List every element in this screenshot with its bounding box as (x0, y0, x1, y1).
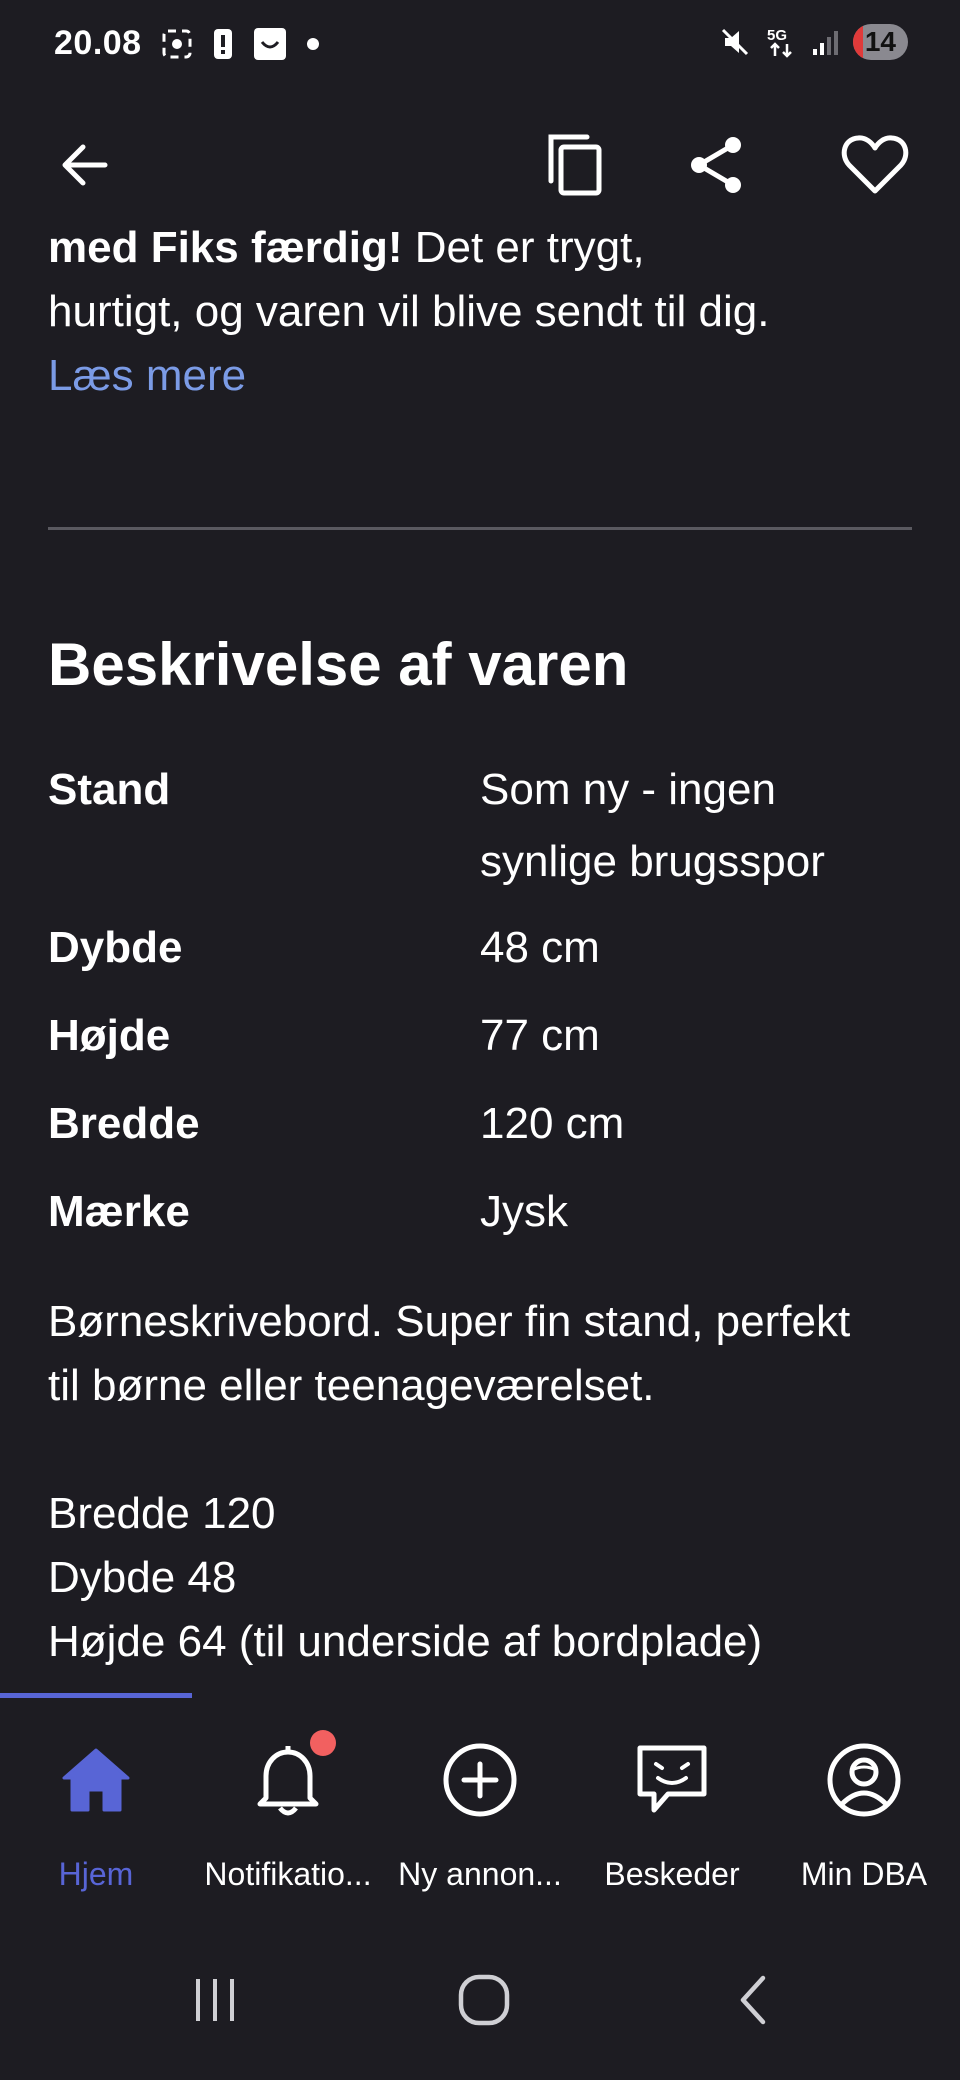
share-icon (691, 137, 741, 193)
top-toolbar (0, 100, 960, 230)
home-circle-icon (458, 1974, 510, 2026)
screenshot-icon (162, 29, 192, 59)
signal-icon (812, 31, 838, 55)
system-navigation-bar (0, 1920, 960, 2080)
read-more-link[interactable]: Læs mere (48, 351, 246, 400)
home-icon (62, 1748, 130, 1812)
chat-icon (637, 1745, 707, 1813)
spec-value: 48 cm (480, 923, 600, 972)
network-5g-icon: 5G (767, 27, 792, 58)
nav-item-notifications[interactable]: Notifikatio... (192, 1698, 384, 1920)
spec-value: Som ny - ingen synlige brugsspor (480, 765, 825, 886)
spec-row-stand: Stand Som ny - ingen synlige brugsspor (48, 754, 912, 904)
status-notification-icons (160, 26, 320, 62)
description-body: Børneskrivebord. Super fin stand, perfek… (48, 1297, 851, 1666)
bell-icon (257, 1746, 319, 1816)
bottom-navigation: Hjem Notifikatio... Ny annon... Beskeder… (0, 1698, 960, 1920)
system-back-button[interactable] (693, 1960, 813, 2040)
status-bar: 20.08 5G 14 (0, 0, 960, 92)
status-time: 20.08 (54, 24, 142, 62)
fiks-faerdig-info: med Fiks færdig! Det er trygt, hurtigt, … (48, 230, 788, 408)
svg-text:5G: 5G (767, 27, 787, 44)
spec-label: Dybde (48, 923, 183, 972)
nav-label: Notifikatio... (204, 1856, 372, 1892)
spec-label: Stand (48, 765, 171, 814)
spec-value: 77 cm (480, 1011, 600, 1060)
alert-icon (214, 29, 232, 59)
chevron-left-icon (740, 1975, 766, 2025)
nav-item-new-ad[interactable]: Ny annon... (384, 1698, 576, 1920)
plus-circle-icon (443, 1743, 517, 1817)
spec-label: Bredde (48, 1099, 200, 1148)
profile-icon (827, 1743, 901, 1817)
spec-label: Højde (48, 1011, 171, 1060)
notification-badge (310, 1730, 336, 1756)
recent-apps-button[interactable] (155, 1960, 275, 2040)
mute-icon (721, 28, 748, 56)
shop-icon (254, 28, 286, 60)
intro-bold-text: med Fiks færdig! (48, 230, 403, 272)
nav-label: Hjem (58, 1856, 134, 1892)
dot-icon (307, 38, 319, 50)
share-button[interactable] (662, 100, 772, 230)
section-title: Beskrivelse af varen (48, 631, 629, 698)
nav-item-home[interactable]: Hjem (0, 1698, 192, 1920)
listing-content: med Fiks færdig! Det er trygt, hurtigt, … (0, 230, 960, 1690)
nav-item-messages[interactable]: Beskeder (576, 1698, 768, 1920)
home-button[interactable] (424, 1960, 544, 2040)
battery-indicator: 14 (852, 24, 908, 60)
recent-apps-icon (196, 1979, 234, 2021)
heart-icon (841, 135, 909, 194)
copy-button[interactable] (520, 100, 630, 230)
spec-value: 120 cm (480, 1099, 625, 1148)
screen: 20.08 5G 14 med Fiks færdig! Det er tryg… (0, 0, 960, 2080)
section-divider (48, 527, 912, 530)
nav-label: Min DBA (800, 1856, 928, 1892)
copy-icon (548, 134, 602, 196)
back-button[interactable] (30, 100, 140, 230)
status-system-icons: 5G 14 (719, 24, 908, 60)
nav-label: Beskeder (604, 1856, 740, 1892)
arrow-left-icon (62, 144, 108, 186)
nav-item-profile[interactable]: Min DBA (768, 1698, 960, 1920)
spec-label: Mærke (48, 1187, 190, 1236)
nav-label: Ny annon... (398, 1856, 562, 1892)
spec-value: Jysk (480, 1187, 568, 1236)
favorite-button[interactable] (820, 100, 930, 230)
